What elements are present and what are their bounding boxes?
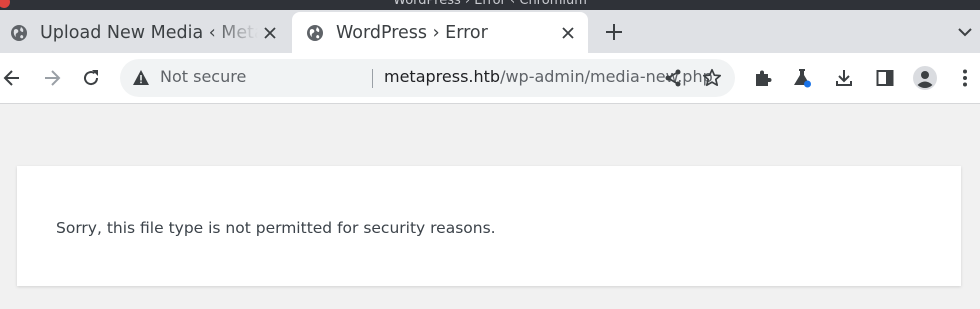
new-tab-icon[interactable] bbox=[601, 19, 627, 45]
omnibox-separator bbox=[372, 69, 373, 88]
tab-search-chevron-icon[interactable] bbox=[954, 21, 976, 43]
reload-icon[interactable] bbox=[77, 64, 105, 92]
warning-triangle-icon[interactable] bbox=[132, 69, 150, 87]
error-message-box: Sorry, this file type is not permitted f… bbox=[17, 166, 961, 286]
extensions-puzzle-icon[interactable] bbox=[749, 64, 777, 92]
error-message: Sorry, this file type is not permitted f… bbox=[56, 219, 496, 237]
window-title: WordPress › Error ‹ Chromium bbox=[393, 0, 587, 8]
tab-upload-new-media[interactable]: Upload New Media ‹ Metapress bbox=[0, 12, 290, 53]
tab-close-icon[interactable] bbox=[556, 21, 580, 45]
forward-arrow-icon[interactable] bbox=[38, 64, 66, 92]
share-icon[interactable] bbox=[661, 66, 685, 90]
tab-label: WordPress › Error bbox=[336, 22, 488, 43]
url-host: metapress.htb bbox=[384, 67, 501, 86]
globe-icon bbox=[10, 24, 28, 42]
security-status-label[interactable]: Not secure bbox=[160, 67, 246, 86]
side-panel-icon[interactable] bbox=[871, 64, 899, 92]
labs-flask-icon[interactable] bbox=[788, 64, 816, 92]
tab-strip: Upload New Media ‹ Metapress WordPress ›… bbox=[0, 10, 980, 53]
page-content: Sorry, this file type is not permitted f… bbox=[0, 104, 980, 309]
bookmark-star-icon[interactable] bbox=[700, 66, 724, 90]
tab-close-icon[interactable] bbox=[258, 21, 282, 45]
window-titlebar: WordPress › Error ‹ Chromium bbox=[0, 0, 980, 10]
globe-icon bbox=[306, 24, 324, 42]
tab-label: Upload New Media ‹ Metapress bbox=[40, 22, 258, 43]
browser-toolbar: Not secure metapress.htb/wp-admin/media-… bbox=[0, 53, 980, 104]
download-icon[interactable] bbox=[830, 64, 858, 92]
profile-avatar-icon[interactable] bbox=[911, 64, 939, 92]
tab-wordpress-error[interactable]: WordPress › Error bbox=[292, 12, 588, 53]
address-bar[interactable]: Not secure metapress.htb/wp-admin/media-… bbox=[120, 59, 735, 97]
back-arrow-icon[interactable] bbox=[0, 64, 26, 92]
more-menu-icon[interactable] bbox=[951, 64, 979, 92]
